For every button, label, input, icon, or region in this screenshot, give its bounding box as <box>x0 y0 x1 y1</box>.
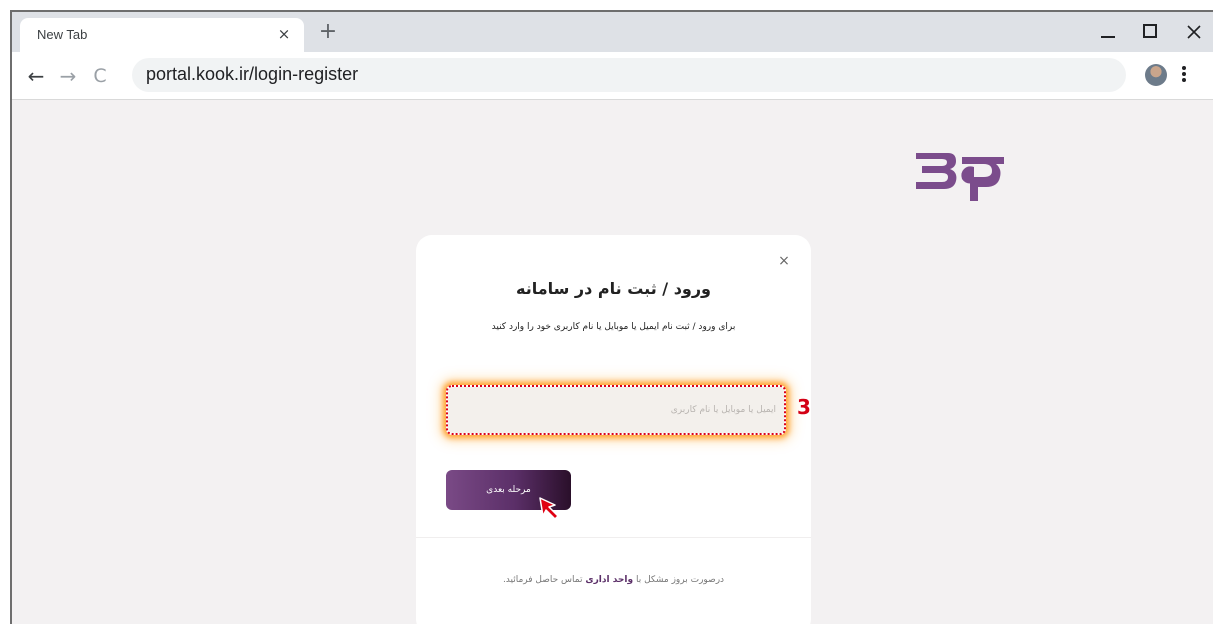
forward-button[interactable]: → <box>56 64 80 88</box>
window-close-button[interactable] <box>1176 18 1212 46</box>
login-dialog: × ورود / ثبت نام در سامانه برای ورود / ث… <box>416 235 811 624</box>
username-input[interactable] <box>448 387 784 433</box>
footer-suffix: تماس حاصل فرمائید. <box>502 575 583 585</box>
url-text[interactable]: portal.kook.ir/login-register <box>146 64 358 85</box>
browser-toolbar: ← → C portal.kook.ir/login-register <box>12 52 1213 100</box>
profile-avatar[interactable] <box>1145 64 1167 86</box>
dialog-subtitle: برای ورود / ثبت نام ایمیل یا موبایل یا ن… <box>491 322 736 332</box>
tab-close-icon[interactable]: × <box>274 24 294 44</box>
browser-tab[interactable]: New Tab × <box>20 18 304 52</box>
back-button[interactable]: ← <box>24 64 48 88</box>
maximize-button[interactable] <box>1132 18 1168 46</box>
login-page: × ورود / ثبت نام در سامانه برای ورود / ث… <box>12 101 1213 624</box>
browser-window: New Tab × + ← → C portal.kook.ir/login-r… <box>10 10 1213 624</box>
kook-logo <box>916 153 1004 201</box>
dialog-footer: درصورت بروز مشکل با واحد اداری تماس حاصل… <box>416 575 811 585</box>
new-tab-button[interactable]: + <box>316 21 340 45</box>
minimize-button[interactable] <box>1090 18 1126 46</box>
close-icon <box>1187 25 1201 39</box>
dialog-title: ورود / ثبت نام در سامانه <box>515 279 711 298</box>
footer-prefix: درصورت بروز مشکل با <box>635 575 725 585</box>
dialog-close-icon[interactable]: × <box>774 251 794 271</box>
mouse-cursor-icon <box>539 497 559 520</box>
title-bar: New Tab × + <box>12 12 1213 52</box>
reload-button[interactable]: C <box>88 64 112 88</box>
browser-menu-icon[interactable] <box>1178 64 1190 88</box>
maximize-icon <box>1143 24 1157 38</box>
address-bar[interactable]: portal.kook.ir/login-register <box>132 58 1126 92</box>
minimize-icon <box>1101 36 1115 38</box>
highlighted-input-frame <box>446 385 786 435</box>
step-number-label: 3 <box>797 395 811 419</box>
tab-title: New Tab <box>37 27 88 42</box>
dialog-divider <box>416 537 811 538</box>
admin-unit-link[interactable]: واحد اداری <box>585 575 633 585</box>
